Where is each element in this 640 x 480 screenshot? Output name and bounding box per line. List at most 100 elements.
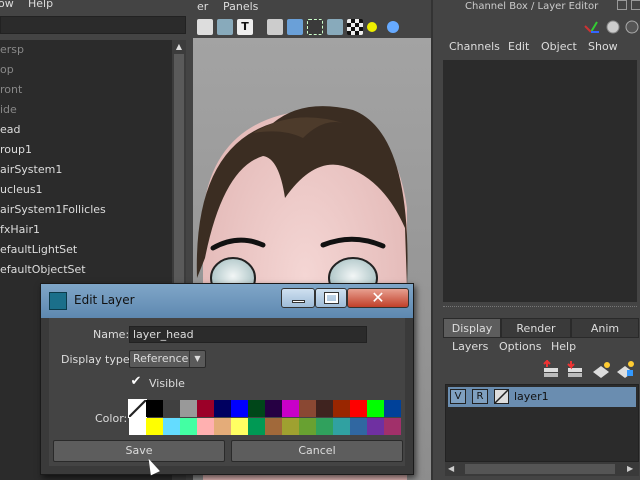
color-swatch[interactable] [384,418,401,435]
color-swatch[interactable] [248,418,265,435]
display-toggle-icon[interactable] [606,20,620,34]
outliner-item[interactable]: airSystem1 [0,160,172,180]
color-swatch[interactable] [231,418,248,435]
color-swatch[interactable] [282,400,299,417]
tab-render[interactable]: Render [501,318,571,338]
new-layer-icon[interactable] [593,362,610,378]
maximize-button[interactable] [315,288,347,308]
color-swatch[interactable] [350,400,367,417]
grid-icon[interactable] [197,19,213,35]
layer-name[interactable]: layer1 [514,390,549,403]
settings-icon[interactable] [625,20,639,34]
display-type-select[interactable]: Reference ▼ [129,350,206,368]
color-swatch[interactable] [265,400,282,417]
menu-show[interactable]: Show [588,40,618,53]
menu-options[interactable]: Options [499,340,541,353]
color-swatch[interactable] [214,400,231,417]
shaded-wireframe-icon[interactable] [307,19,323,35]
save-button[interactable]: Save [53,440,225,462]
outliner-item[interactable]: ersp [0,40,172,60]
color-swatch[interactable] [163,418,180,435]
tab-display[interactable]: Display [443,318,501,338]
scroll-up-icon[interactable]: ▲ [172,40,186,54]
scroll-right-icon[interactable]: ▶ [627,462,633,476]
color-swatch[interactable] [180,400,197,417]
color-swatch-none-selected[interactable] [128,399,147,418]
layer-visibility-button[interactable]: V [450,389,466,404]
color-swatch[interactable] [299,400,316,417]
menu-layer-help[interactable]: Help [551,340,576,353]
color-swatch[interactable] [333,400,350,417]
close-panel-icon[interactable] [631,0,640,10]
layer-display-type-button[interactable]: R [472,389,488,404]
sphere-icon[interactable] [387,21,399,33]
menu-channels[interactable]: Channels [449,40,500,53]
color-swatch[interactable] [231,400,248,417]
color-swatch[interactable] [180,418,197,435]
wireframe-icon[interactable] [267,19,283,35]
new-layer-selected-icon[interactable] [617,361,634,378]
outliner-item[interactable]: ront [0,80,172,100]
checker-icon[interactable] [347,19,363,35]
color-swatch[interactable] [214,418,231,435]
menu-panels[interactable]: Panels [223,0,258,13]
outliner-item[interactable]: roup1 [0,140,172,160]
close-button[interactable]: ✕ [347,288,409,308]
layer-list-scrollbar[interactable]: ◀ ▶ [445,462,639,476]
outliner-item[interactable]: ead [0,120,172,140]
color-swatch[interactable] [146,400,163,417]
menu-layers[interactable]: Layers [452,340,488,353]
dialog-titlebar[interactable]: Edit Layer ✕ [41,284,413,318]
light-icon[interactable] [367,22,377,32]
color-swatch[interactable] [248,400,265,417]
color-swatch[interactable] [129,418,146,435]
outliner-item[interactable]: fxHair1 [0,220,172,240]
menu-help[interactable]: Help [28,0,53,10]
layer-row[interactable]: V R layer1 [448,387,636,407]
outliner-item[interactable]: efaultLightSet [0,240,172,260]
color-swatch[interactable] [350,418,367,435]
color-swatch[interactable] [282,418,299,435]
cube-icon[interactable] [327,19,343,35]
scroll-left-icon[interactable]: ◀ [448,462,454,476]
color-swatch[interactable] [384,400,401,417]
outliner-item[interactable]: airSystem1Follicles [0,200,172,220]
color-swatch[interactable] [367,418,384,435]
color-swatch[interactable] [316,418,333,435]
visible-checkbox[interactable]: ✔ [129,375,143,389]
move-layer-down-icon[interactable] [567,361,582,377]
color-swatch[interactable] [146,418,163,435]
outliner-item[interactable]: ide [0,100,172,120]
outliner-item[interactable]: efaultObjectSet [0,260,172,280]
move-layer-up-icon[interactable] [543,358,558,377]
camera-icon[interactable] [217,19,233,35]
outliner-item[interactable]: op [0,60,172,80]
color-swatch[interactable] [265,418,282,435]
layer-color-icon[interactable] [494,389,509,404]
color-swatch[interactable] [163,400,180,417]
menu-window[interactable]: ow [0,0,14,10]
outliner-search-field[interactable] [0,16,186,34]
name-input[interactable]: layer_head [129,326,367,343]
menu-object[interactable]: Object [541,40,577,53]
minimize-button[interactable] [281,288,315,308]
cancel-button[interactable]: Cancel [231,440,403,462]
scrollbar-thumb[interactable] [174,54,184,304]
color-swatch[interactable] [197,418,214,435]
color-swatch[interactable] [367,400,384,417]
color-swatch[interactable] [316,400,333,417]
menu-edit[interactable]: Edit [508,40,529,53]
text-tool-icon[interactable]: T [237,19,253,35]
panel-splitter[interactable] [443,306,637,310]
color-swatch[interactable] [333,418,350,435]
outliner-item[interactable]: ucleus1 [0,180,172,200]
tab-anim[interactable]: Anim [571,318,639,338]
float-panel-icon[interactable] [617,0,627,10]
color-swatch[interactable] [197,400,214,417]
axis-icon[interactable] [584,21,599,33]
menu-renderer[interactable]: er [197,0,208,13]
color-swatch[interactable] [299,418,316,435]
channel-box-area[interactable] [443,60,637,302]
smooth-shade-icon[interactable] [287,19,303,35]
scrollbar-thumb[interactable] [465,464,615,474]
